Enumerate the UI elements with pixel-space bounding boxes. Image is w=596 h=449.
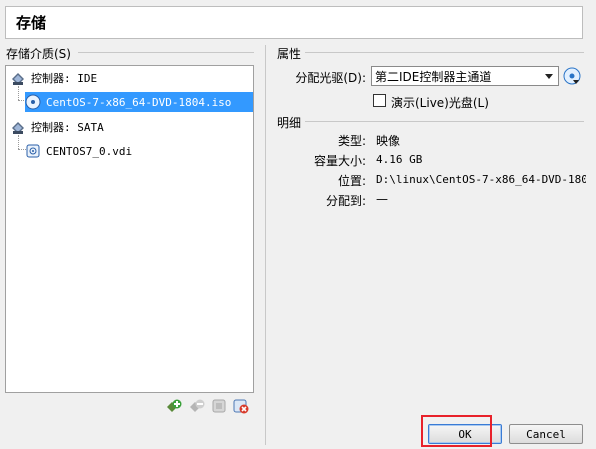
sata-controller-icon — [10, 119, 26, 135]
detail-attached-label: 分配到: — [325, 194, 366, 208]
ok-highlight-box — [421, 415, 492, 447]
tree-item-label: CENTOS7_0.vdi — [46, 144, 133, 158]
tree-connector — [18, 135, 19, 149]
add-attachment-icon[interactable] — [211, 398, 227, 414]
live-cd-checkbox[interactable] — [373, 94, 386, 107]
detail-type-label: 类型: — [337, 134, 366, 148]
tree-item-label: 控制器: IDE — [31, 72, 98, 85]
storage-tree[interactable]: 控制器: IDE CentOS-7-x86_64-DVD-1804.iso 控制… — [5, 65, 254, 393]
details-section-divider — [305, 121, 584, 122]
storage-section-divider — [78, 52, 254, 53]
detail-location-label: 位置: — [337, 174, 366, 188]
chevron-down-icon — [545, 74, 553, 79]
detail-type-value: 映像 — [376, 134, 401, 148]
remove-controller-icon[interactable] — [189, 398, 205, 414]
tree-item-vdi[interactable]: CENTOS7_0.vdi — [25, 141, 253, 161]
hard-disk-icon — [25, 143, 41, 159]
tree-item-ide-controller[interactable]: 控制器: IDE — [10, 68, 250, 88]
detail-size-label: 容量大小: — [313, 154, 366, 168]
details-section-label: 明细 — [277, 116, 302, 130]
tree-item-sata-controller[interactable]: 控制器: SATA — [10, 117, 250, 137]
attributes-section-label: 属性 — [277, 47, 302, 61]
ide-controller-icon — [10, 70, 26, 86]
add-controller-icon[interactable] — [166, 398, 182, 414]
detail-attached-value: — — [376, 192, 388, 206]
optical-drive-value: 第二IDE控制器主通道 — [375, 69, 492, 84]
tree-item-label: CentOS-7-x86_64-DVD-1804.iso — [46, 95, 232, 109]
tree-item-label: 控制器: SATA — [31, 121, 104, 134]
choose-disk-icon[interactable] — [563, 67, 581, 85]
attributes-section-divider — [305, 52, 584, 53]
page-title-text: 存储 — [16, 14, 47, 32]
detail-size-value: 4.16 GB — [376, 153, 423, 166]
optical-disc-icon — [25, 94, 41, 110]
remove-attachment-icon[interactable] — [233, 398, 249, 414]
tree-connector — [18, 86, 19, 100]
optical-drive-label: 分配光驱(D): — [295, 71, 366, 85]
tree-item-iso[interactable]: CentOS-7-x86_64-DVD-1804.iso — [25, 92, 253, 112]
optical-drive-select[interactable]: 第二IDE控制器主通道 — [371, 66, 559, 86]
live-cd-label[interactable]: 演示(Live)光盘(L) — [391, 94, 489, 111]
page-title: 存储 — [5, 6, 583, 39]
storage-section-label: 存储介质(S) — [6, 47, 71, 61]
detail-location-value: D:\linux\CentOS-7-x86_64-DVD-180… — [376, 173, 586, 186]
panel-splitter[interactable] — [265, 45, 266, 445]
cancel-button[interactable]: Cancel — [509, 424, 583, 444]
